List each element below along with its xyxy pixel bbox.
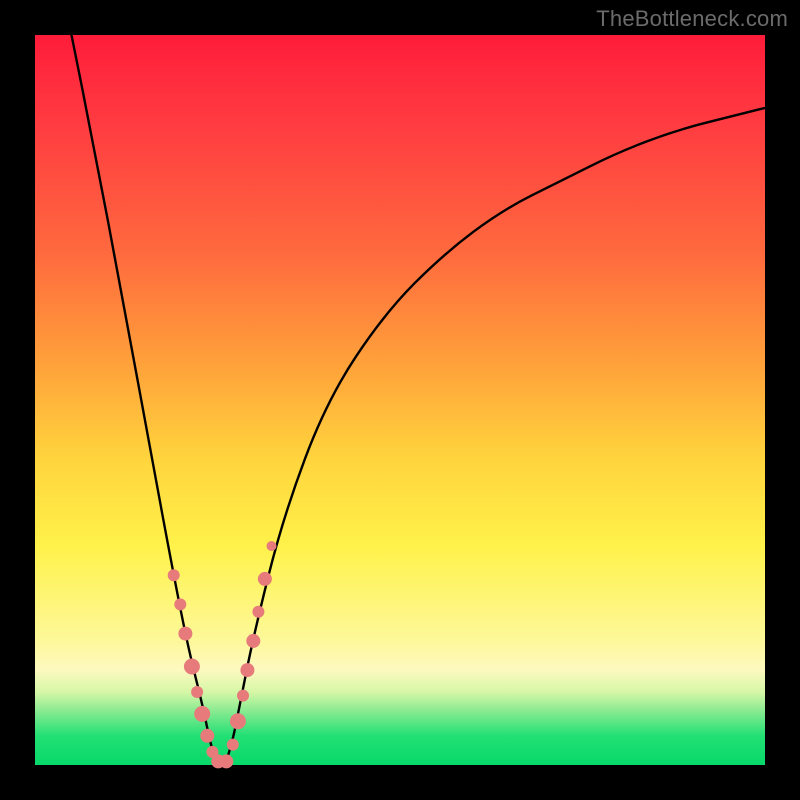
scatter-point bbox=[258, 572, 272, 586]
watermark-text: TheBottleneck.com bbox=[596, 6, 788, 32]
scatter-point bbox=[194, 706, 210, 722]
scatter-point bbox=[267, 541, 277, 551]
scatter-point bbox=[191, 686, 203, 698]
outer-frame: TheBottleneck.com bbox=[0, 0, 800, 800]
scatter-point bbox=[178, 627, 192, 641]
scatter-point bbox=[174, 598, 186, 610]
markers-svg bbox=[35, 35, 765, 765]
scatter-point bbox=[240, 663, 254, 677]
scatter-point bbox=[184, 659, 200, 675]
plot-area bbox=[35, 35, 765, 765]
scatter-point bbox=[227, 739, 239, 751]
scatter-point bbox=[200, 729, 214, 743]
scatter-point bbox=[246, 634, 260, 648]
scatter-point bbox=[168, 569, 180, 581]
scatter-point bbox=[252, 606, 264, 618]
scatter-point bbox=[230, 713, 246, 729]
scatter-markers bbox=[168, 541, 277, 768]
scatter-point bbox=[219, 754, 233, 768]
scatter-point bbox=[237, 690, 249, 702]
